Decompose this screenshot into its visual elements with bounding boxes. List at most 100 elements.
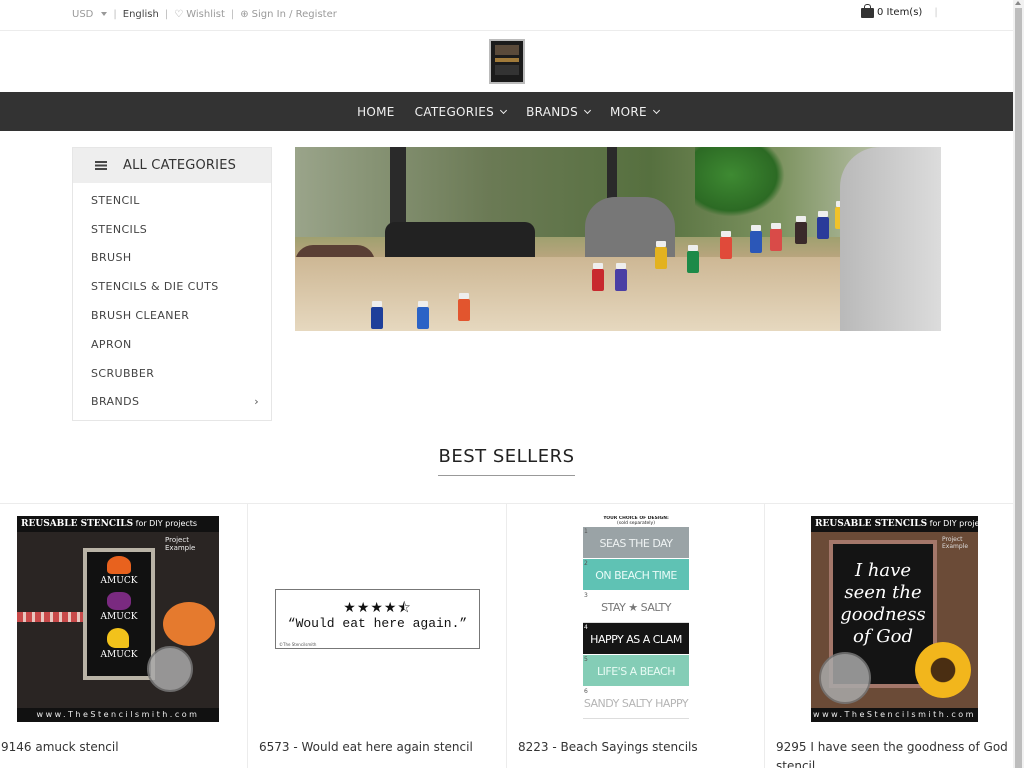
sidebar-item-brands[interactable]: BRANDS › bbox=[73, 388, 271, 417]
page: USD | English | ♡ Wishlist | ⊕ Sign In / R… bbox=[0, 0, 1013, 768]
paint-jar bbox=[687, 245, 699, 273]
globe-icon: ⊕ bbox=[240, 9, 249, 20]
stencilsmith-seal bbox=[147, 646, 193, 692]
option-text: SANDY SALTY HAPPY bbox=[583, 697, 689, 710]
signin-register-link[interactable]: ⊕ Sign In / Register bbox=[240, 9, 337, 20]
option-text: LIFE'S A BEACH bbox=[597, 665, 675, 678]
project-example-label: Project Example bbox=[942, 536, 969, 550]
divider: | bbox=[230, 9, 235, 20]
image-header: REUSABLE STENCILS for DIY projects bbox=[17, 516, 219, 532]
nav-item-more[interactable]: MORE bbox=[610, 105, 660, 119]
paint-jar bbox=[720, 231, 732, 259]
product-name[interactable]: 9146 amuck stencil bbox=[1, 738, 119, 757]
banner-person-arm bbox=[840, 147, 941, 331]
chevron-right-icon: › bbox=[254, 395, 259, 409]
scroll-up-arrow-icon[interactable] bbox=[1015, 1, 1021, 5]
paint-jar bbox=[817, 211, 829, 239]
paint-jar bbox=[750, 225, 762, 253]
product-name[interactable]: 6573 - Would eat here again stencil bbox=[259, 738, 473, 757]
design-option: 2 ON BEACH TIME bbox=[583, 559, 689, 591]
currency-selector[interactable]: USD bbox=[72, 9, 108, 20]
sidebar-item-stencils[interactable]: STENCILS bbox=[73, 215, 271, 244]
sunflower bbox=[915, 642, 971, 698]
paint-jar bbox=[417, 301, 429, 329]
hero-banner[interactable] bbox=[295, 147, 941, 331]
banner-plant bbox=[695, 147, 785, 217]
product-name[interactable]: 8223 - Beach Sayings stencils bbox=[518, 738, 698, 757]
product-card[interactable]: REUSABLE STENCILS for DIY projects I hav… bbox=[765, 504, 1013, 768]
option-text: HAPPY AS A CLAM bbox=[590, 633, 682, 646]
divider: | bbox=[934, 7, 938, 18]
site-logo[interactable] bbox=[489, 39, 525, 84]
product-card[interactable]: REUSABLE STENCILS for DIY projects Proje… bbox=[0, 504, 248, 768]
paint-jar bbox=[795, 216, 807, 244]
product-image[interactable]: REUSABLE STENCILS for DIY projects I hav… bbox=[811, 516, 978, 722]
all-categories-header[interactable]: ALL CATEGORIES bbox=[73, 148, 271, 183]
paint-jar bbox=[655, 241, 667, 269]
hair-silhouette bbox=[107, 556, 131, 574]
product-card[interactable]: ★★★★⯪ “Would eat here again.” ©The Stenc… bbox=[248, 504, 507, 768]
option-number: 3 bbox=[584, 592, 588, 599]
chevron-down-icon bbox=[652, 106, 660, 114]
sidebar-item-apron[interactable]: APRON bbox=[73, 330, 271, 359]
product-image[interactable]: REUSABLE STENCILS for DIY projects Proje… bbox=[17, 516, 219, 722]
image-header: REUSABLE STENCILS for DIY projects bbox=[811, 516, 978, 532]
design-option: 3 STAY ★ SALTY bbox=[583, 591, 689, 623]
design-option: 6 SANDY SALTY HAPPY bbox=[583, 687, 689, 719]
currency-label: USD bbox=[72, 9, 94, 20]
scrollbar-thumb[interactable] bbox=[1015, 8, 1022, 768]
vertical-scrollbar[interactable] bbox=[1013, 0, 1024, 768]
sidebar-item-stencils-die-cuts[interactable]: STENCILS & DIE CUTS bbox=[73, 272, 271, 301]
sidebar-item-scrubber[interactable]: SCRUBBER bbox=[73, 359, 271, 388]
sidebar-item-brush-cleaner[interactable]: BRUSH CLEANER bbox=[73, 301, 271, 330]
product-grid: REUSABLE STENCILS for DIY projects Proje… bbox=[0, 503, 1013, 768]
design-option: 5 LIFE'S A BEACH bbox=[583, 655, 689, 687]
option-number: 6 bbox=[584, 688, 588, 695]
paint-jar bbox=[458, 293, 470, 321]
wishlist-link[interactable]: ♡ Wishlist bbox=[174, 9, 225, 20]
signin-label: Sign In / Register bbox=[251, 9, 337, 20]
sidebar-item-stencil[interactable]: STENCIL bbox=[73, 186, 271, 215]
option-text: SEAS THE DAY bbox=[599, 537, 673, 550]
caret-down-icon bbox=[101, 12, 108, 16]
product-card[interactable]: YOUR CHOICE OF DESIGN: (sold separately) … bbox=[507, 504, 765, 768]
cart-count: 0 Item(s) bbox=[877, 7, 923, 18]
nav-item-categories[interactable]: CATEGORIES bbox=[415, 105, 508, 119]
design-options: 1 SEAS THE DAY 2 ON BEACH TIME 3 STAY ★ SALTY… bbox=[583, 527, 689, 719]
hamburger-menu-icon bbox=[95, 161, 107, 170]
shopping-bag-icon bbox=[861, 3, 874, 18]
paint-jar bbox=[770, 223, 782, 251]
title-underline bbox=[438, 475, 575, 476]
option-text: STAY ★ SALTY bbox=[601, 601, 671, 614]
image-footer: www.TheStencilsmith.com bbox=[17, 708, 219, 722]
nav-item-home[interactable]: HOME bbox=[357, 105, 395, 119]
image-footer: www.TheStencilsmith.com bbox=[811, 708, 978, 722]
cart-link[interactable]: 0 Item(s) | bbox=[861, 3, 938, 18]
wishlist-label: Wishlist bbox=[186, 9, 225, 20]
design-choice-header: YOUR CHOICE OF DESIGN: (sold separately) bbox=[603, 516, 669, 526]
chevron-down-icon bbox=[583, 106, 592, 114]
chevron-down-icon bbox=[500, 106, 508, 114]
stencil-quote: “Would eat here again.” bbox=[287, 616, 468, 631]
option-number: 2 bbox=[584, 560, 588, 567]
product-name[interactable]: 9295 I have seen the goodness of God ste… bbox=[776, 738, 1011, 768]
logo-area bbox=[0, 31, 1013, 92]
nav-item-brands[interactable]: BRANDS bbox=[526, 105, 592, 119]
paint-jar bbox=[592, 263, 604, 291]
paint-jar bbox=[615, 263, 627, 291]
divider: | bbox=[164, 9, 169, 20]
design-option: 1 SEAS THE DAY bbox=[583, 527, 689, 559]
sidebar-item-brush[interactable]: BRUSH bbox=[73, 244, 271, 273]
language-selector[interactable]: English bbox=[123, 9, 159, 20]
paint-jar bbox=[371, 301, 383, 329]
product-image[interactable]: YOUR CHOICE OF DESIGN: (sold separately) … bbox=[583, 516, 689, 723]
top-bar: USD | English | ♡ Wishlist | ⊕ Sign In / R… bbox=[0, 0, 1013, 31]
categories-sidebar: ALL CATEGORIES STENCIL STENCILS BRUSH ST… bbox=[72, 147, 272, 421]
stencilsmith-seal bbox=[819, 652, 871, 704]
product-image[interactable]: ★★★★⯪ “Would eat here again.” ©The Stenc… bbox=[275, 589, 480, 649]
best-sellers-title: BEST SELLERS bbox=[438, 446, 575, 467]
hair-silhouette bbox=[107, 592, 131, 610]
rating-stars: ★★★★⯪ bbox=[343, 600, 412, 616]
option-text: ON BEACH TIME bbox=[595, 569, 677, 582]
category-list: STENCIL STENCILS BRUSH STENCILS & DIE CU… bbox=[73, 183, 271, 416]
